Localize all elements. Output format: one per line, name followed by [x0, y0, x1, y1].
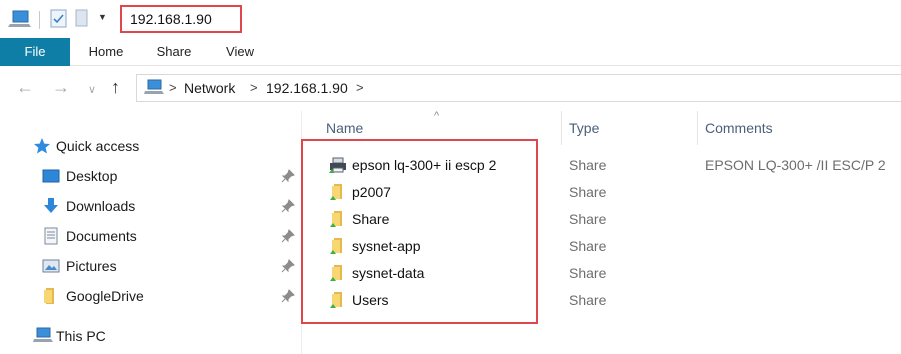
computer-icon: [33, 327, 53, 345]
breadcrumb-chevron-icon[interactable]: >: [169, 75, 177, 101]
shared-folder-icon: [329, 264, 347, 282]
network-icon: [144, 79, 164, 100]
pin-icon[interactable]: [281, 199, 295, 213]
pin-icon[interactable]: [281, 259, 295, 273]
nav-quick-access-label: Quick access: [56, 138, 140, 154]
file-list: ^ Name Type Comments epson lq-300+ ii es…: [301, 111, 901, 354]
nav-item-label: GoogleDrive: [66, 288, 144, 304]
file-type: Share: [569, 292, 607, 308]
nav-item-label: Desktop: [66, 168, 118, 184]
tab-file[interactable]: File: [0, 38, 70, 66]
column-header-type[interactable]: Type: [569, 111, 599, 145]
column-divider[interactable]: [561, 111, 562, 145]
pictures-icon: [42, 257, 60, 275]
tab-home[interactable]: Home: [80, 38, 132, 66]
list-item[interactable]: epson lq-300+ ii escp 2 Share EPSON LQ-3…: [301, 152, 901, 179]
nav-quick-access[interactable]: Quick access: [0, 131, 300, 161]
ribbon-tabs: File Home Share View: [0, 38, 901, 66]
file-type: Share: [569, 157, 607, 173]
nav-item-label: Documents: [66, 228, 137, 244]
column-divider[interactable]: [697, 111, 698, 145]
sort-ascending-icon: ^: [434, 110, 440, 122]
navigation-row: ← → ∨ ↑ > Network > 192.168.1.90 >: [0, 66, 901, 111]
breadcrumb-network[interactable]: Network: [184, 75, 235, 101]
nav-item-downloads[interactable]: Downloads: [0, 191, 300, 221]
breadcrumb-host[interactable]: 192.168.1.90: [266, 75, 348, 101]
breadcrumb-chevron-icon[interactable]: >: [250, 75, 258, 101]
navigation-pane: Quick access Desktop Downloads Documents: [0, 111, 300, 354]
breadcrumb-chevron-icon[interactable]: >: [356, 75, 364, 101]
column-header-comments[interactable]: Comments: [705, 111, 773, 145]
desktop-icon: [42, 167, 60, 185]
nav-item-label: Downloads: [66, 198, 136, 214]
file-comment: EPSON LQ-300+ /II ESC/P 2: [705, 157, 886, 173]
list-item[interactable]: Share Share: [301, 206, 901, 233]
file-type: Share: [569, 184, 607, 200]
list-item[interactable]: p2007 Share: [301, 179, 901, 206]
file-type: Share: [569, 238, 607, 254]
window-title: 192.168.1.90: [120, 5, 242, 33]
downloads-icon: [42, 197, 60, 215]
up-arrow-icon[interactable]: ↑: [111, 77, 120, 97]
folder-icon: [42, 287, 60, 305]
nav-item-desktop[interactable]: Desktop: [0, 161, 300, 191]
title-bar: ▼ 192.168.1.90: [0, 0, 901, 38]
file-name: p2007: [352, 184, 391, 200]
customize-dropdown-icon[interactable]: ▼: [98, 12, 107, 22]
toolbar-separator: [39, 11, 40, 29]
nav-this-pc-label: This PC: [56, 328, 106, 344]
documents-icon: [42, 227, 60, 245]
tab-share[interactable]: Share: [150, 38, 198, 66]
shared-folder-icon: [329, 237, 347, 255]
pin-icon[interactable]: [281, 229, 295, 243]
properties-icon[interactable]: [50, 9, 68, 32]
shared-folder-icon: [329, 210, 347, 228]
list-item[interactable]: sysnet-data Share: [301, 260, 901, 287]
tab-view[interactable]: View: [218, 38, 262, 66]
nav-item-googledrive[interactable]: GoogleDrive: [0, 281, 300, 311]
file-type: Share: [569, 265, 607, 281]
file-type: Share: [569, 211, 607, 227]
nav-item-pictures[interactable]: Pictures: [0, 251, 300, 281]
forward-arrow-icon[interactable]: →: [52, 77, 70, 97]
star-icon: [33, 137, 51, 155]
nav-this-pc[interactable]: This PC: [0, 321, 300, 351]
address-bar[interactable]: > Network > 192.168.1.90 >: [136, 74, 901, 102]
computer-icon[interactable]: [8, 9, 32, 32]
nav-item-label: Pictures: [66, 258, 117, 274]
pin-icon[interactable]: [281, 289, 295, 303]
back-arrow-icon[interactable]: ←: [16, 77, 34, 97]
recent-locations-chevron-icon[interactable]: ∨: [88, 80, 96, 100]
file-name: sysnet-data: [352, 265, 425, 281]
column-header-name[interactable]: Name: [326, 111, 363, 145]
shared-folder-icon: [329, 291, 347, 309]
file-name: sysnet-app: [352, 238, 421, 254]
pin-icon[interactable]: [281, 169, 295, 183]
shared-folder-icon: [329, 183, 347, 201]
printer-icon: [329, 156, 347, 174]
file-name: Users: [352, 292, 389, 308]
file-name: epson lq-300+ ii escp 2: [352, 157, 497, 173]
list-item[interactable]: sysnet-app Share: [301, 233, 901, 260]
list-item[interactable]: Users Share: [301, 287, 901, 314]
new-folder-icon[interactable]: [75, 9, 89, 32]
nav-item-documents[interactable]: Documents: [0, 221, 300, 251]
file-name: Share: [352, 211, 390, 227]
